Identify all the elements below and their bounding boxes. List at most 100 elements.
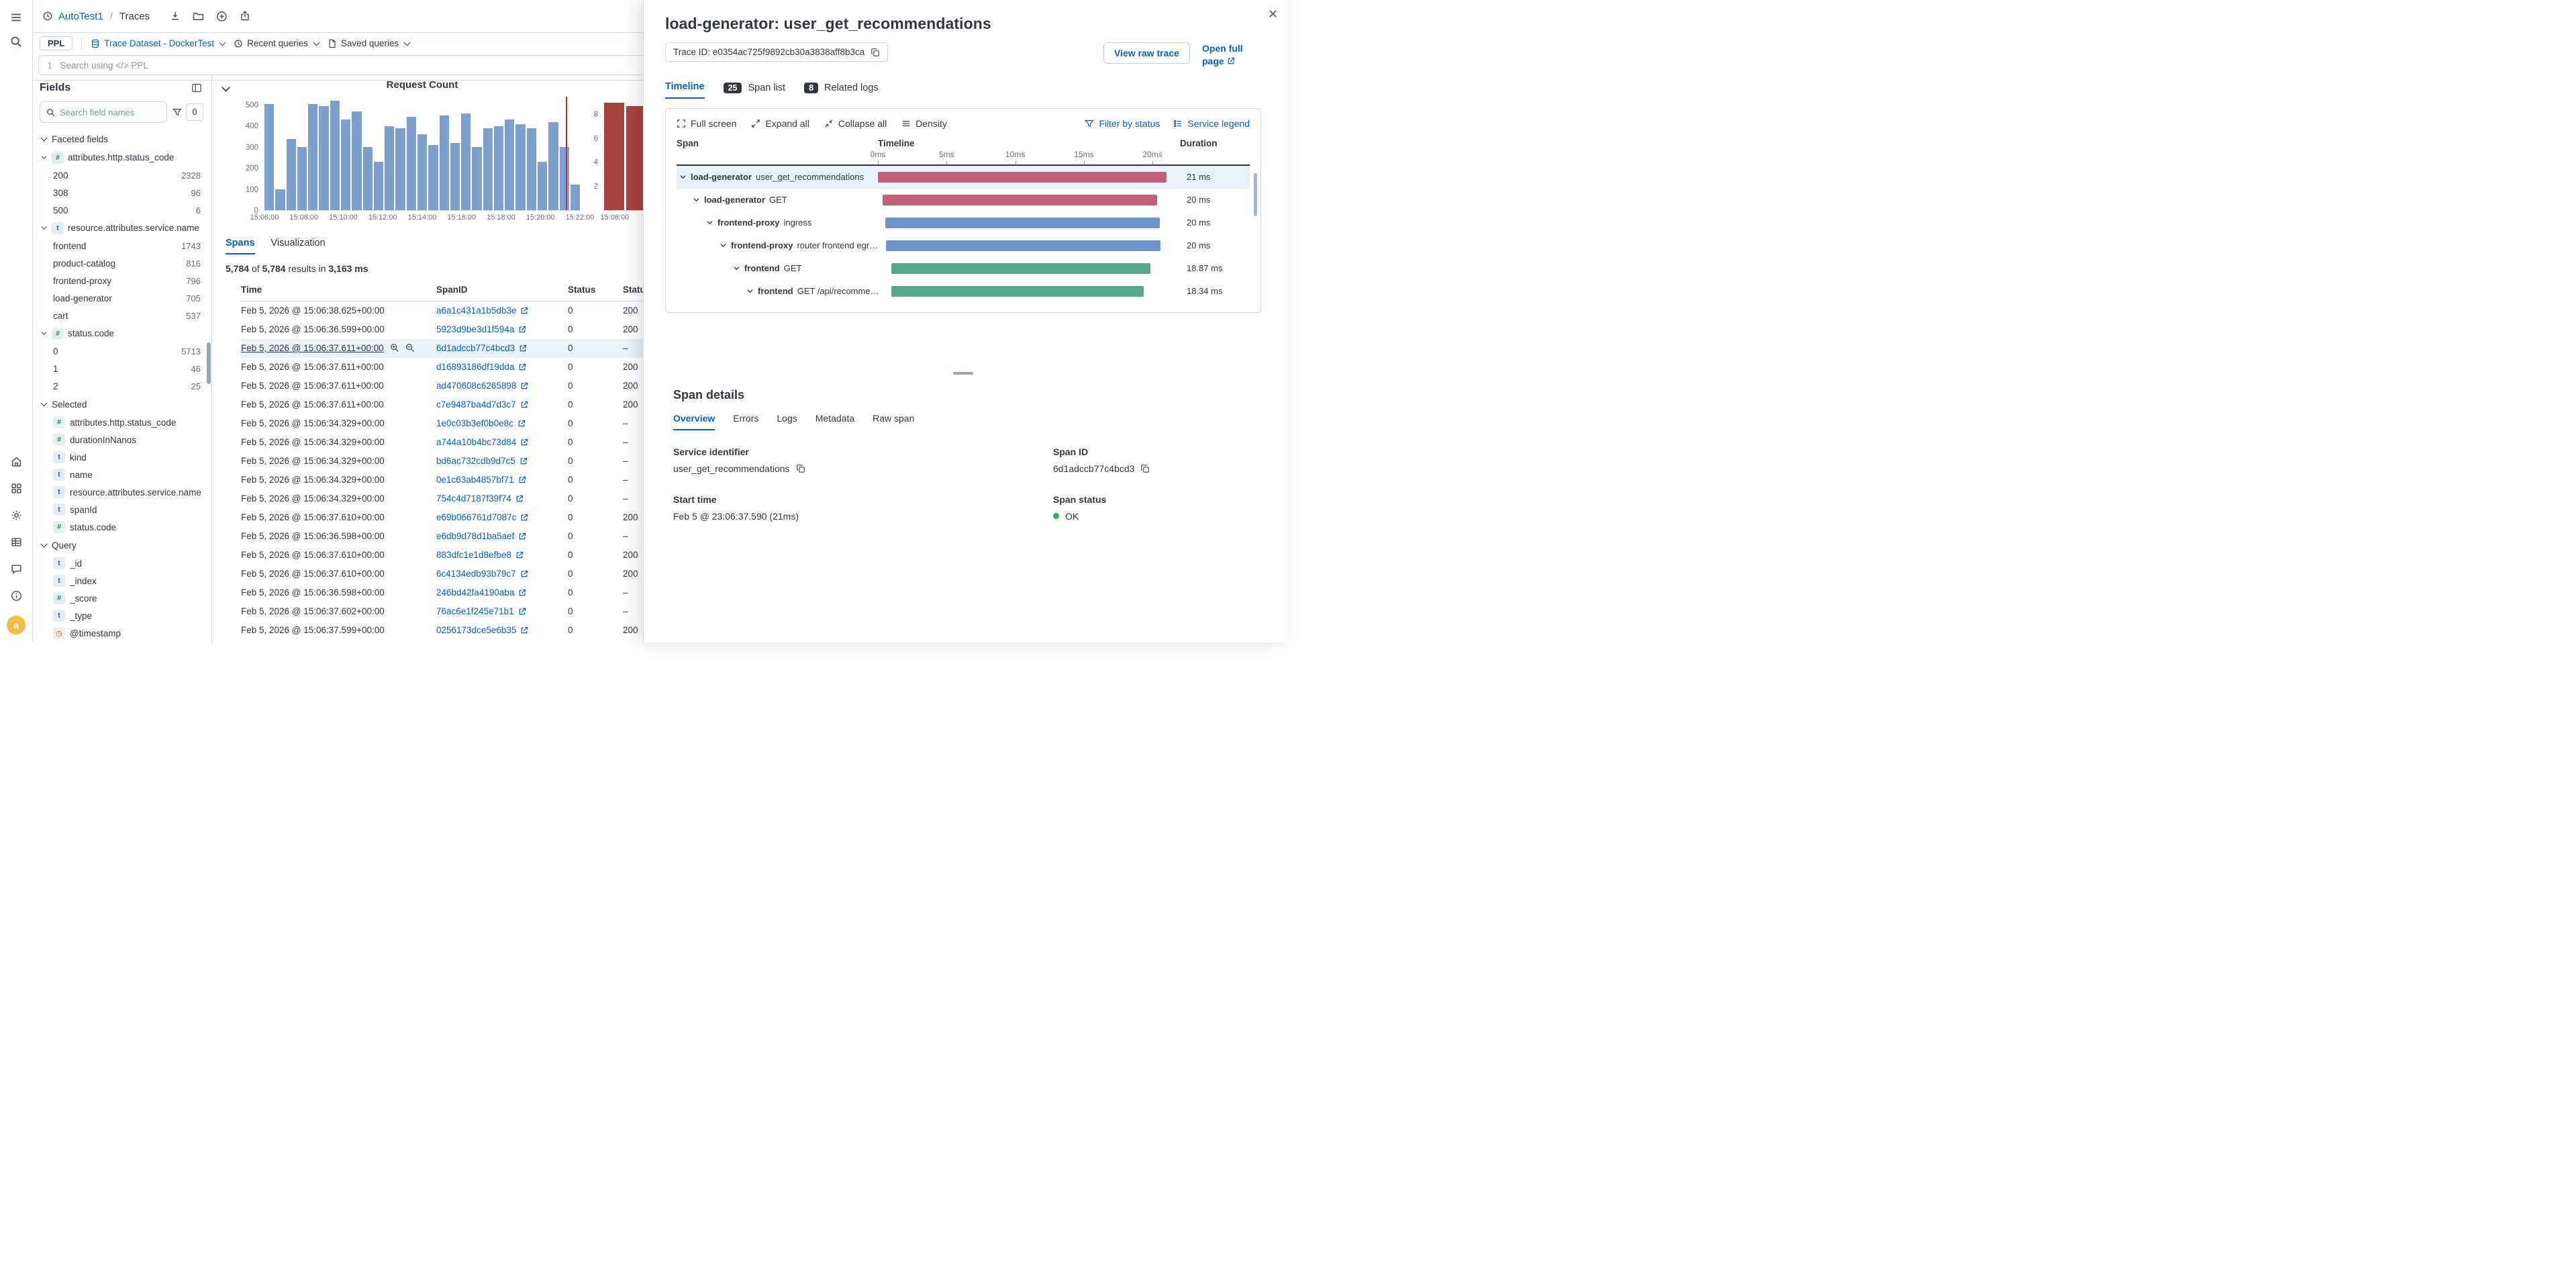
share-icon[interactable] xyxy=(240,11,250,21)
dataset-selector[interactable]: Trace Dataset - DockerTest xyxy=(91,38,225,48)
collapse-all-button[interactable]: Collapse all xyxy=(824,118,887,129)
histogram-bar[interactable] xyxy=(330,101,340,210)
span-id-link[interactable]: a744a10b4bc73d84 xyxy=(436,437,528,447)
histogram-bar[interactable] xyxy=(407,117,416,210)
new-item-icon[interactable] xyxy=(216,11,228,22)
field-row[interactable]: #status.code xyxy=(40,518,211,536)
home-icon[interactable] xyxy=(5,449,28,473)
open-full-page-link[interactable]: Open full page xyxy=(1202,42,1261,68)
error-histogram-bar[interactable] xyxy=(604,103,624,210)
histogram-bar[interactable] xyxy=(472,147,481,210)
resize-handle[interactable] xyxy=(953,372,973,375)
span-duration-bar[interactable] xyxy=(886,240,1160,251)
field-row[interactable]: tname xyxy=(40,466,211,483)
export-icon[interactable] xyxy=(170,11,181,21)
histogram-bar[interactable] xyxy=(264,104,274,210)
span-id-link[interactable]: 6d1adccb77c4bcd3 xyxy=(436,343,527,353)
column-header[interactable]: Status xyxy=(568,282,623,301)
span-duration-bar[interactable] xyxy=(883,195,1157,205)
span-table-row[interactable]: Feb 5, 2026 @ 15:06:37.602+00:0076ac6e1f… xyxy=(241,602,697,621)
histogram-bar[interactable] xyxy=(560,147,569,210)
span-table-row[interactable]: Feb 5, 2026 @ 15:06:37.611+00:00c7e9487b… xyxy=(241,395,697,414)
span-id-link[interactable]: 76ac6e1f245e71b1 xyxy=(436,606,526,616)
full-screen-button[interactable]: Full screen xyxy=(677,118,736,129)
facet-value-row[interactable]: frontend1743 xyxy=(40,237,211,254)
copy-icon[interactable] xyxy=(871,48,880,57)
filter-by-status-button[interactable]: Filter by status xyxy=(1085,118,1160,129)
chevron-down-icon[interactable] xyxy=(746,287,754,295)
histogram-bar[interactable] xyxy=(275,189,285,210)
histogram-bar[interactable] xyxy=(515,124,525,210)
field-row[interactable]: tresource.attributes.service.name xyxy=(40,483,211,501)
histogram-bar[interactable] xyxy=(505,120,514,210)
facet-value-row[interactable]: 05713 xyxy=(40,342,211,360)
span-table-row[interactable]: Feb 5, 2026 @ 15:06:37.599+00:000256173d… xyxy=(241,621,697,640)
histogram-bar[interactable] xyxy=(417,134,427,210)
span-duration-bar[interactable] xyxy=(891,263,1150,274)
column-header[interactable]: SpanID xyxy=(436,282,568,301)
histogram-bar[interactable] xyxy=(440,115,449,210)
span-duration-bar[interactable] xyxy=(885,218,1160,228)
histogram-bar[interactable] xyxy=(395,128,405,210)
settings-icon[interactable] xyxy=(5,503,28,527)
tab-related-logs[interactable]: 8Related logs xyxy=(804,83,879,99)
service-legend-button[interactable]: Service legend xyxy=(1173,118,1250,129)
field-row[interactable]: ◷@timestamp xyxy=(40,624,211,642)
apps-icon[interactable] xyxy=(5,476,28,500)
facet-value-row[interactable]: frontend-proxy796 xyxy=(40,272,211,289)
saved-queries-button[interactable]: Saved queries xyxy=(328,38,409,48)
magnify-minus-icon[interactable] xyxy=(405,343,415,352)
histogram-bar[interactable] xyxy=(363,147,373,210)
span-table-row[interactable]: Feb 5, 2026 @ 15:06:34.329+00:00bd6ac732… xyxy=(241,452,697,471)
span-id-link[interactable]: 246bd42fa4190aba xyxy=(436,587,526,598)
histogram-bar[interactable] xyxy=(483,128,493,210)
span-id-link[interactable]: 5923d9be3d1f594a xyxy=(436,324,526,334)
span-id-link[interactable]: d16893186df19dda xyxy=(436,362,526,372)
facet-value-row[interactable]: product-catalog816 xyxy=(40,254,211,272)
trace-id-chip[interactable]: Trace ID: e0354ac725f9892cb30a3838aff8b3… xyxy=(665,42,888,62)
span-id-link[interactable]: 1e0c03b3ef0b0e8c xyxy=(436,418,526,428)
chat-icon[interactable] xyxy=(5,557,28,581)
faceted-fields-header[interactable]: Faceted fields xyxy=(40,130,211,148)
chevron-down-icon[interactable] xyxy=(733,265,740,272)
histogram-bar[interactable] xyxy=(287,139,296,210)
span-table-row[interactable]: Feb 5, 2026 @ 15:06:37.610+00:00883dfc1e… xyxy=(241,546,697,565)
histogram-bar[interactable] xyxy=(538,162,547,210)
span-table-row[interactable]: Feb 5, 2026 @ 15:06:37.611+00:00ad470608… xyxy=(241,377,697,395)
span-table-row[interactable]: Feb 5, 2026 @ 15:06:34.329+00:00754c4d71… xyxy=(241,489,697,508)
chevron-down-icon[interactable] xyxy=(693,196,700,203)
span-table-row[interactable]: Feb 5, 2026 @ 15:06:36.598+00:00246bd42f… xyxy=(241,583,697,602)
tab-metadata[interactable]: Metadata xyxy=(815,413,854,430)
copy-icon[interactable] xyxy=(1140,464,1150,473)
recent-queries-button[interactable]: Recent queries xyxy=(234,38,319,48)
tab-span-list[interactable]: 25Span list xyxy=(724,83,786,99)
menu-icon[interactable] xyxy=(5,5,28,30)
span-id-link[interactable]: ad470608c6265898 xyxy=(436,381,528,391)
histogram-bar[interactable] xyxy=(571,185,580,210)
histogram-bar[interactable] xyxy=(548,122,558,210)
query-language-button[interactable]: PPL xyxy=(40,36,72,50)
selected-fields-header[interactable]: Selected xyxy=(40,395,211,414)
field-row[interactable]: t_id xyxy=(40,555,211,572)
facet-group-header[interactable]: #attributes.http.status_code xyxy=(40,148,211,166)
span-table-row[interactable]: Feb 5, 2026 @ 15:06:34.329+00:000e1c63ab… xyxy=(241,471,697,489)
span-duration-bar[interactable] xyxy=(878,172,1167,183)
span-table-row[interactable]: Feb 5, 2026 @ 15:06:3723531d4f9dd6d7 xyxy=(241,640,697,643)
gantt-row[interactable]: frontend-proxyingress20 ms xyxy=(677,211,1250,234)
field-row[interactable]: tspanId xyxy=(40,501,211,518)
tab-overview[interactable]: Overview xyxy=(673,413,715,430)
folder-icon[interactable] xyxy=(193,11,204,22)
span-id-link[interactable]: 0256173dce5e6b35 xyxy=(436,625,528,635)
histogram-bar[interactable] xyxy=(374,162,383,210)
span-id-link[interactable]: e6db9d78d1ba5aef xyxy=(436,531,526,541)
tab-visualization[interactable]: Visualization xyxy=(271,238,326,254)
span-table-row[interactable]: Feb 5, 2026 @ 15:06:38.625+00:00a6a1c431… xyxy=(241,301,697,320)
field-search-box[interactable] xyxy=(40,101,167,123)
gantt-row[interactable]: frontendGET18.87 ms xyxy=(677,257,1250,280)
tab-spans[interactable]: Spans xyxy=(226,238,255,254)
expand-all-button[interactable]: Expand all xyxy=(751,118,809,129)
gantt-scrollbar[interactable] xyxy=(1254,173,1257,216)
table-icon[interactable] xyxy=(5,530,28,554)
gantt-row[interactable]: frontendGET /api/recomme…18.34 ms xyxy=(677,280,1250,303)
chevron-down-icon[interactable] xyxy=(679,173,687,181)
